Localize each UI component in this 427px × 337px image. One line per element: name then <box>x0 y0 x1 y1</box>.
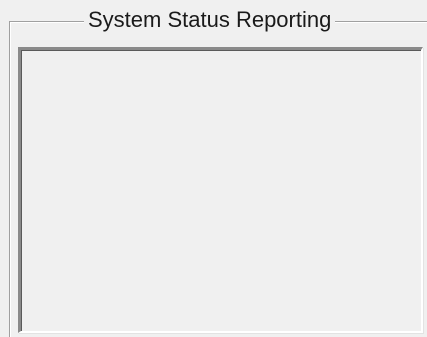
status-report-panel[interactable] <box>18 47 423 333</box>
groupbox-title: System Status Reporting <box>84 3 336 37</box>
window-client-area: System Status Reporting <box>0 0 427 337</box>
